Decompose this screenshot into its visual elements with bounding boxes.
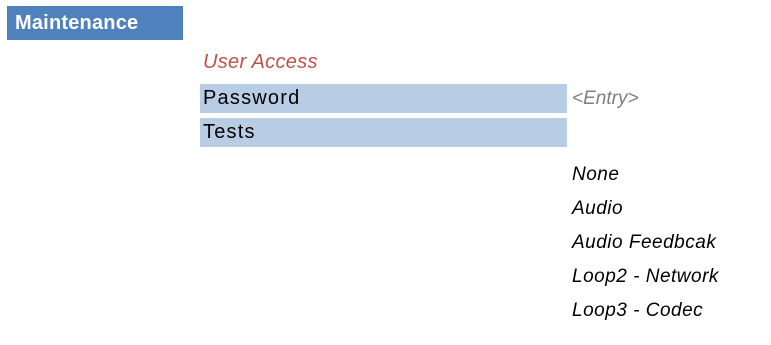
- tests-option-audio-feedback[interactable]: Audio Feedbcak: [572, 226, 719, 260]
- tests-option-none[interactable]: None: [572, 158, 719, 192]
- tests-option-loop3-codec[interactable]: Loop3 - Codec: [572, 294, 719, 328]
- password-entry-field[interactable]: <Entry>: [572, 84, 639, 113]
- tests-option-audio[interactable]: Audio: [572, 192, 719, 226]
- tests-row[interactable]: Tests: [200, 118, 567, 147]
- user-access-section-title: User Access: [203, 51, 318, 73]
- maintenance-header: Maintenance: [7, 6, 183, 40]
- tests-options-list: None Audio Audio Feedbcak Loop2 - Networ…: [572, 158, 719, 328]
- tests-option-loop2-network[interactable]: Loop2 - Network: [572, 260, 719, 294]
- password-row[interactable]: Password: [200, 84, 567, 113]
